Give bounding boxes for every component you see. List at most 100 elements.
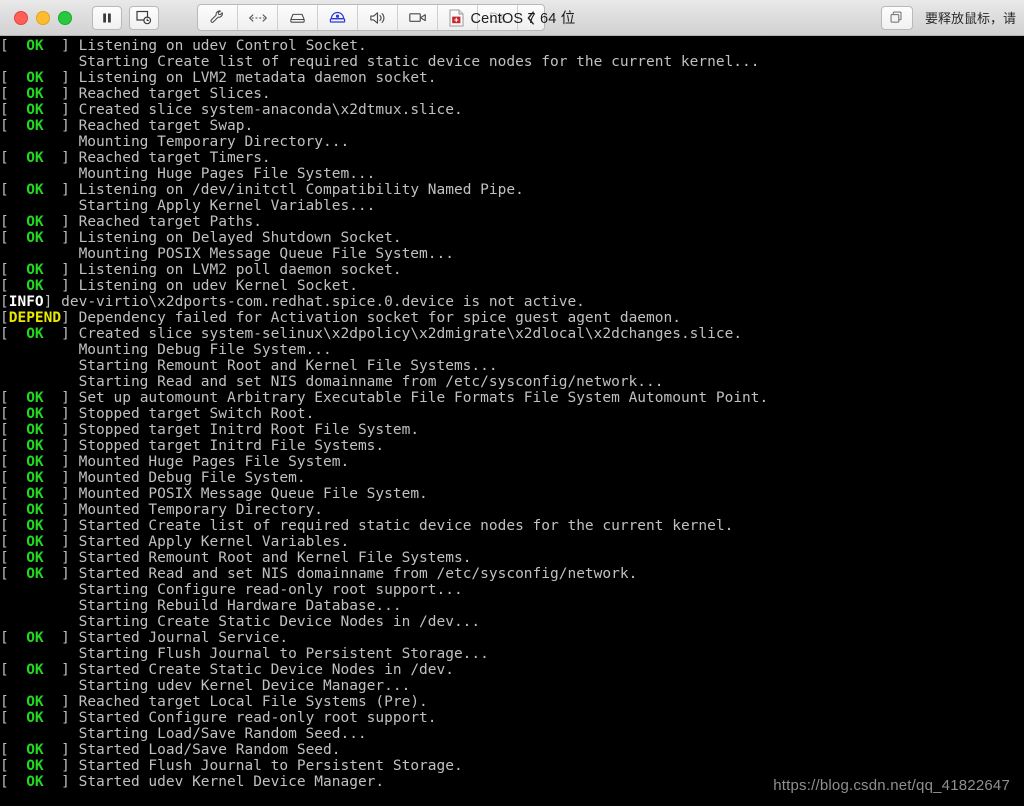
console-line: [ OK ] Mounted Huge Pages File System. bbox=[0, 454, 1024, 470]
status-badge: OK bbox=[26, 742, 44, 758]
fullscreen-toggle-button[interactable] bbox=[880, 5, 913, 30]
window-right-group: 要释放鼠标，请 bbox=[880, 0, 1016, 35]
status-badge: OK bbox=[26, 70, 44, 86]
snapshot-button[interactable] bbox=[129, 5, 159, 30]
bracket-open: [ bbox=[0, 310, 9, 326]
console-line-text: Started Remount Root and Kernel File Sys… bbox=[78, 550, 472, 566]
console-line-text: Listening on /dev/initctl Compatibility … bbox=[78, 182, 524, 198]
bracket-open: [ bbox=[0, 758, 27, 774]
status-badge: OK bbox=[26, 406, 44, 422]
console-line-text: Listening on LVM2 poll daemon socket. bbox=[78, 262, 402, 278]
console-line-text: Listening on Delayed Shutdown Socket. bbox=[78, 230, 402, 246]
console-line: Starting Load/Save Random Seed... bbox=[0, 726, 1024, 742]
console-line-text: Mounting Debug File System... bbox=[78, 342, 332, 358]
console-line: Starting Create Static Device Nodes in /… bbox=[0, 614, 1024, 630]
bracket-close: ] bbox=[43, 278, 79, 294]
console-line: [ OK ] Started Read and set NIS domainna… bbox=[0, 566, 1024, 582]
status-spacer bbox=[0, 726, 79, 742]
status-spacer bbox=[0, 54, 79, 70]
status-badge: OK bbox=[26, 774, 44, 790]
console-line: [ OK ] Listening on udev Kernel Socket. bbox=[0, 278, 1024, 294]
sound-button[interactable] bbox=[358, 5, 398, 30]
bracket-open: [ bbox=[0, 534, 27, 550]
pause-button[interactable] bbox=[92, 5, 122, 30]
bracket-close: ] bbox=[43, 422, 79, 438]
status-badge: OK bbox=[26, 86, 44, 102]
bracket-open: [ bbox=[0, 742, 27, 758]
console-line: [ OK ] Mounted Temporary Directory. bbox=[0, 502, 1024, 518]
video-button[interactable] bbox=[398, 5, 438, 30]
bracket-close: ] bbox=[43, 470, 79, 486]
console-line-text: Mounted Huge Pages File System. bbox=[78, 454, 350, 470]
bracket-open: [ bbox=[0, 502, 27, 518]
console-line-text: Starting Rebuild Hardware Database... bbox=[78, 598, 402, 614]
maximize-window-button[interactable] bbox=[58, 10, 72, 25]
console-line-text: Created slice system-selinux\x2dpolicy\x… bbox=[78, 326, 743, 342]
status-badge: OK bbox=[26, 550, 44, 566]
bracket-close: ] bbox=[43, 454, 79, 470]
console-line-text: Mounted POSIX Message Queue File System. bbox=[78, 486, 428, 502]
console-line-text: Created slice system-anaconda\x2dtmux.sl… bbox=[78, 102, 463, 118]
bracket-close: ] bbox=[43, 118, 79, 134]
status-badge: OK bbox=[26, 38, 44, 54]
status-badge: OK bbox=[26, 486, 44, 502]
harddisk-button[interactable] bbox=[278, 5, 318, 30]
console-line-text: Starting udev Kernel Device Manager... bbox=[78, 678, 411, 694]
bracket-open: [ bbox=[0, 294, 9, 310]
vm-console-screen[interactable]: [ OK ] Listening on udev Control Socket.… bbox=[0, 36, 1024, 806]
chevron-left-icon bbox=[527, 10, 534, 25]
window-restore-icon bbox=[890, 11, 903, 23]
console-line: [ OK ] Listening on Delayed Shutdown Soc… bbox=[0, 230, 1024, 246]
bracket-close: ] bbox=[43, 550, 79, 566]
bracket-close: ] bbox=[43, 518, 79, 534]
collapse-button[interactable] bbox=[518, 5, 544, 30]
status-badge: OK bbox=[26, 454, 44, 470]
bracket-open: [ bbox=[0, 38, 27, 54]
console-line-text: Listening on udev Control Socket. bbox=[78, 38, 367, 54]
console-line-text: Starting Load/Save Random Seed... bbox=[78, 726, 367, 742]
bracket-close: ] bbox=[43, 758, 79, 774]
status-spacer bbox=[0, 198, 79, 214]
settings-button[interactable] bbox=[198, 5, 238, 30]
console-line: [ OK ] Reached target Swap. bbox=[0, 118, 1024, 134]
bracket-close: ] bbox=[43, 774, 79, 790]
console-line-text: Stopped target Initrd File Systems. bbox=[78, 438, 385, 454]
bracket-open: [ bbox=[0, 710, 27, 726]
console-line-text: Mounted Debug File System. bbox=[78, 470, 306, 486]
bracket-open: [ bbox=[0, 422, 27, 438]
console-line-text: Started udev Kernel Device Manager. bbox=[78, 774, 385, 790]
console-line-text: Started Configure read-only root support… bbox=[78, 710, 437, 726]
shared-folder-button[interactable] bbox=[478, 5, 518, 30]
console-line: [ OK ] Started Journal Service. bbox=[0, 630, 1024, 646]
harddisk-icon bbox=[290, 13, 305, 23]
close-window-button[interactable] bbox=[14, 10, 28, 25]
console-line: [ OK ] Created slice system-anaconda\x2d… bbox=[0, 102, 1024, 118]
console-line: Starting Flush Journal to Persistent Sto… bbox=[0, 646, 1024, 662]
bracket-close: ] bbox=[43, 102, 79, 118]
bracket-open: [ bbox=[0, 566, 27, 582]
console-line: [ OK ] Started Load/Save Random Seed. bbox=[0, 742, 1024, 758]
console-line-text: Listening on udev Kernel Socket. bbox=[78, 278, 358, 294]
console-line-text: Started Flush Journal to Persistent Stor… bbox=[78, 758, 463, 774]
bracket-close: ] bbox=[43, 438, 79, 454]
bracket-open: [ bbox=[0, 230, 27, 246]
console-line: [ OK ] Created slice system-selinux\x2dp… bbox=[0, 326, 1024, 342]
camera-button[interactable] bbox=[318, 5, 358, 30]
status-spacer bbox=[0, 646, 79, 662]
network-button[interactable] bbox=[238, 5, 278, 30]
console-line-text: Set up automount Arbitrary Executable Fi… bbox=[78, 390, 769, 406]
vm-document-icon bbox=[449, 9, 464, 26]
console-line-text: Starting Configure read-only root suppor… bbox=[78, 582, 463, 598]
console-line-text: Starting Flush Journal to Persistent Sto… bbox=[78, 646, 489, 662]
status-badge: OK bbox=[26, 758, 44, 774]
shared-folder-icon bbox=[489, 12, 505, 23]
console-line: [INFO] dev-virtio\x2dports-com.redhat.sp… bbox=[0, 294, 1024, 310]
bracket-close: ] bbox=[43, 486, 79, 502]
bracket-close: ] bbox=[43, 502, 79, 518]
console-line: Starting Apply Kernel Variables... bbox=[0, 198, 1024, 214]
minimize-window-button[interactable] bbox=[36, 10, 50, 25]
console-line-text: Mounting POSIX Message Queue File System… bbox=[78, 246, 454, 262]
bracket-open: [ bbox=[0, 102, 27, 118]
status-badge: OK bbox=[26, 230, 44, 246]
console-line-text: Starting Create list of required static … bbox=[78, 54, 760, 70]
